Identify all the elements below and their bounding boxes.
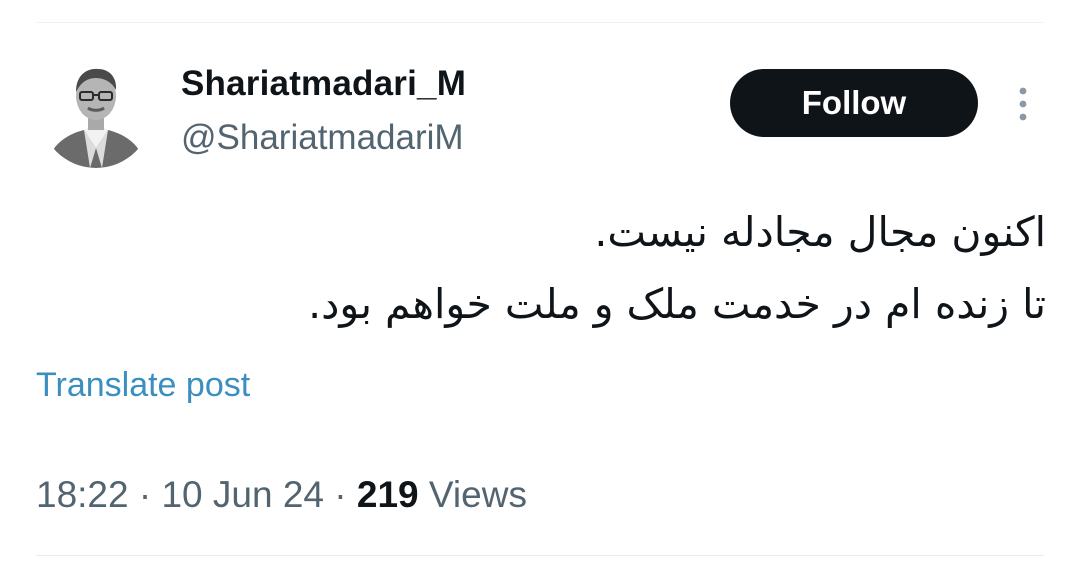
avatar[interactable] xyxy=(40,56,152,168)
views-count: 219 xyxy=(356,474,419,515)
meta-separator: · xyxy=(138,474,152,515)
translate-post-link[interactable]: Translate post xyxy=(36,366,250,405)
views-label: Views xyxy=(428,474,527,515)
tweet-text: اکنون مجال مجادله نیست. تا زنده ام در خد… xyxy=(200,196,1046,340)
tweet-date[interactable]: 10 Jun 24 xyxy=(161,474,324,515)
author-handle[interactable]: @ShariatmadariM xyxy=(181,118,464,158)
tweet-text-line: اکنون مجال مجادله نیست. xyxy=(594,208,1046,256)
more-vertical-icon[interactable] xyxy=(1008,82,1038,126)
tweet-meta: 18:22 · 10 Jun 24 · 219 Views xyxy=(36,474,527,516)
tweet-text-line: تا زنده ام در خدمت ملک و ملت خواهم بود. xyxy=(308,280,1046,328)
bottom-divider xyxy=(36,555,1044,556)
author-display-name[interactable]: Shariatmadari_M xyxy=(181,64,466,104)
profile-photo-icon xyxy=(40,56,152,168)
follow-button[interactable]: Follow xyxy=(730,69,978,137)
meta-separator: · xyxy=(334,474,347,515)
tweet-time[interactable]: 18:22 xyxy=(36,474,129,515)
top-divider xyxy=(36,22,1044,23)
follow-button-label: Follow xyxy=(801,84,907,121)
